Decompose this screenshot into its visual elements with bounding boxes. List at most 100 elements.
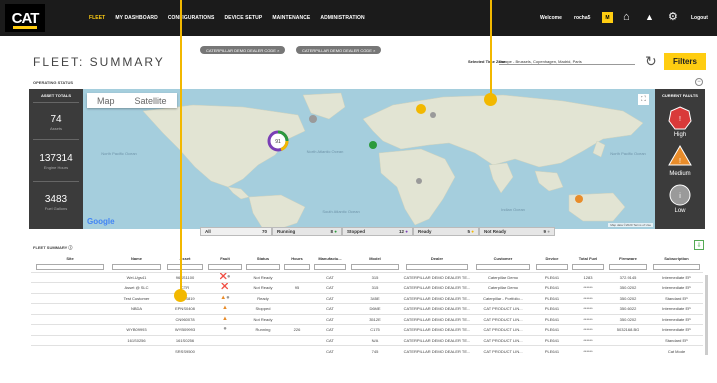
column-header[interactable]: Customer — [472, 254, 534, 263]
table-row[interactable]: WYB09993 WYB09993 ● Running 226 CAT C175 CATERP… — [31, 324, 703, 335]
column-filter-input[interactable] — [283, 264, 311, 271]
high-fault-icon[interactable]: ❌ — [219, 274, 226, 281]
close-icon[interactable]: × — [373, 48, 375, 53]
map-marker-gray[interactable] — [309, 115, 317, 123]
column-header[interactable]: Dealer — [402, 254, 472, 263]
nav-configurations[interactable]: CONFIGURATIONS — [168, 15, 215, 21]
column-filter-input[interactable] — [246, 264, 280, 271]
logout-link[interactable]: Logout — [691, 15, 708, 21]
table-row[interactable]: Asset @ SLC CTR ❌ Not Ready 95 CAT 315 CATERPIL… — [31, 282, 703, 293]
table-cell: ****** — [570, 282, 606, 293]
refresh-icon[interactable]: ↻ — [645, 53, 657, 70]
column-header[interactable]: Total Fuel — [570, 254, 606, 263]
column-filter-input[interactable] — [475, 264, 531, 271]
column-header[interactable]: Fault — [206, 254, 244, 263]
status-not-ready[interactable]: Not Ready 9 ● — [479, 227, 555, 236]
filter-pill[interactable]: CATERPILLAR DEMO DEALER CODE × — [296, 46, 382, 54]
status-all[interactable]: All 70 — [200, 227, 272, 236]
satellite-tab[interactable]: Satellite — [125, 96, 177, 106]
fleet-map[interactable]: North Atlantic Ocean North Pacific Ocean… — [83, 89, 655, 229]
column-filter-input[interactable] — [536, 264, 568, 271]
column-header[interactable]: Name — [109, 254, 164, 263]
column-header[interactable]: Hours — [282, 254, 312, 263]
column-header[interactable]: Device — [534, 254, 570, 263]
export-icon[interactable]: ⇩ — [694, 240, 704, 250]
column-header[interactable]: Subscription — [650, 254, 703, 263]
world-map-svg[interactable]: North Atlantic Ocean North Pacific Ocean… — [83, 89, 655, 229]
collapse-icon[interactable]: − — [695, 78, 703, 86]
gear-icon[interactable]: ⚙ — [668, 11, 678, 24]
table-cell: CATERPILLAR DEMO DEALER TE... — [402, 334, 472, 346]
status-count: 5 — [467, 229, 471, 234]
column-filter-input[interactable] — [166, 264, 204, 271]
column-filter-input[interactable] — [314, 264, 346, 271]
not-ready-dot-icon: ● — [547, 229, 550, 234]
column-header[interactable]: Status — [244, 254, 282, 263]
bell-icon[interactable]: ▲ — [645, 11, 654, 24]
table-row[interactable]: CN960078 ▲ Not Ready CAT 3512E CATERPILLAR DE… — [31, 313, 703, 325]
table-scrollbar[interactable] — [705, 275, 708, 355]
ready-dot-icon: ● — [471, 229, 474, 234]
dealer-logo-icon[interactable]: M — [602, 12, 613, 23]
timezone-select[interactable]: Europe - Brussels, Copenhagen, Madrid, P… — [499, 59, 635, 65]
map-marker-gray[interactable] — [416, 178, 422, 184]
low-fault-label[interactable]: Low — [655, 208, 705, 214]
status-stopped[interactable]: Stopped 12 ● — [342, 227, 413, 236]
map-marker-gray[interactable] — [430, 112, 436, 118]
cat-logo[interactable]: CAT — [5, 4, 45, 32]
close-icon[interactable]: × — [277, 48, 279, 53]
table-cell: CAT — [312, 282, 348, 293]
guide-dot — [484, 93, 497, 106]
table-row[interactable]: NBDA EPNS0408 ▲ Stopped CAT D6ME CATERPILLAR D… — [31, 303, 703, 314]
column-header[interactable]: Model — [348, 254, 402, 263]
filters-button[interactable]: Filters — [664, 53, 706, 70]
table-row[interactable]: SRSS9500 CAT 745 CATERPILLAR DEMO DEALER TE… — [31, 345, 703, 356]
table-cell: CATERPILLAR DEMO DEALER TE... — [402, 292, 472, 304]
medium-fault-icon[interactable]: ▲ — [222, 305, 228, 312]
map-marker-yellow[interactable] — [416, 104, 426, 114]
column-header[interactable]: Firmware — [606, 254, 650, 263]
status-ready[interactable]: Ready 5 ● — [413, 227, 479, 236]
user-name[interactable]: rocha5 — [574, 15, 590, 21]
table-cell: 161S0256 — [109, 334, 164, 346]
fullscreen-icon[interactable]: ⛶ — [638, 94, 649, 105]
table-cell — [606, 345, 650, 356]
column-header[interactable]: Asset — [164, 254, 206, 263]
low-fault-icon[interactable]: ● — [226, 295, 230, 302]
column-filter-input[interactable] — [406, 264, 468, 271]
column-filter-input[interactable] — [112, 264, 161, 271]
table-row[interactable]: 161S0256 161S0256 CAT N/A CATERPILLAR DEMO D… — [31, 334, 703, 346]
column-filter-input[interactable] — [608, 264, 648, 271]
status-label: Ready — [418, 229, 432, 234]
nav-fleet[interactable]: FLEET — [89, 15, 105, 21]
column-header[interactable]: Site — [31, 254, 109, 263]
column-filter-input[interactable] — [208, 264, 242, 271]
info-icon[interactable]: ⓘ — [68, 245, 72, 250]
low-fault-icon[interactable]: ● — [227, 274, 231, 281]
high-fault-icon[interactable]: ❌ — [221, 284, 228, 291]
column-filter-input[interactable] — [35, 264, 105, 271]
home-icon[interactable]: ⌂ — [623, 11, 630, 24]
table-cell: 226 — [282, 324, 312, 335]
low-fault-icon[interactable]: ● — [223, 326, 227, 333]
nav-administration[interactable]: ADMINISTRATION — [320, 15, 364, 21]
table-row[interactable]: Wel-Ugs41 96SS1100 ❌● Not Ready CAT 315 CATERP… — [31, 271, 703, 283]
column-filter-input[interactable] — [351, 264, 399, 271]
map-tab[interactable]: Map — [87, 96, 125, 106]
column-filter-input[interactable] — [572, 264, 604, 271]
high-fault-label[interactable]: High — [655, 132, 705, 138]
column-header[interactable]: Manufactu... — [312, 254, 348, 263]
nav-device-setup[interactable]: DEVICE SETUP — [224, 15, 262, 21]
column-filter-input[interactable] — [653, 264, 700, 271]
filter-pill[interactable]: CATERPILLAR DEMO DEALER CODE × — [200, 46, 286, 54]
asset-count-label: Assets — [49, 126, 62, 131]
nav-my-dashboard[interactable]: MY DASHBOARD — [115, 15, 158, 21]
map-marker-green[interactable] — [369, 141, 377, 149]
status-running[interactable]: Running 8 ● — [272, 227, 342, 236]
medium-fault-icon[interactable]: ▲ — [222, 316, 228, 323]
table-cell — [31, 271, 109, 283]
map-marker-orange[interactable] — [575, 195, 583, 203]
medium-fault-label[interactable]: Medium — [655, 171, 705, 177]
nav-maintenance[interactable]: MAINTENANCE — [272, 15, 310, 21]
table-row[interactable]: Test CustomerTES4S819▲●ReadyCAT345ECATER… — [31, 292, 703, 304]
